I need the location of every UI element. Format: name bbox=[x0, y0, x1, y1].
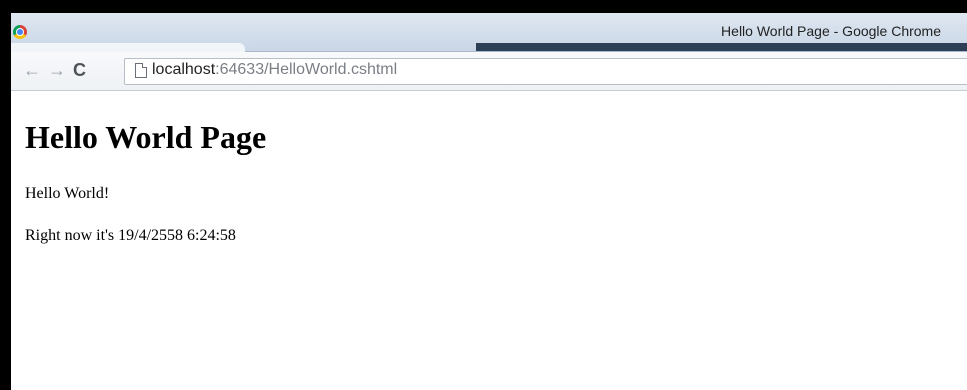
window-title: Hello World Page - Google Chrome bbox=[721, 23, 941, 39]
forward-arrow-icon[interactable]: → bbox=[48, 59, 66, 81]
url-text[interactable]: localhost:64633/HelloWorld.cshtml bbox=[152, 61, 397, 79]
tab-strip bbox=[476, 43, 967, 51]
window-left-border bbox=[0, 0, 11, 390]
reload-icon[interactable]: C bbox=[73, 59, 86, 81]
active-tab[interactable] bbox=[11, 43, 245, 52]
browser-window: Hello World Page - Google Chrome ← → C l… bbox=[0, 0, 967, 390]
time-text: Right now it's 19/4/2558 6:24:58 bbox=[25, 227, 236, 244]
page-heading: Hello World Page bbox=[25, 119, 267, 155]
greeting-text: Hello World! bbox=[25, 185, 110, 202]
page-icon bbox=[135, 63, 147, 78]
page-content: Hello World Page Hello World! Right now … bbox=[11, 91, 967, 390]
back-arrow-icon[interactable]: ← bbox=[23, 59, 41, 81]
url-host: localhost bbox=[152, 61, 216, 78]
window-top-border bbox=[0, 0, 967, 13]
url-path: :64633/HelloWorld.cshtml bbox=[215, 61, 398, 78]
